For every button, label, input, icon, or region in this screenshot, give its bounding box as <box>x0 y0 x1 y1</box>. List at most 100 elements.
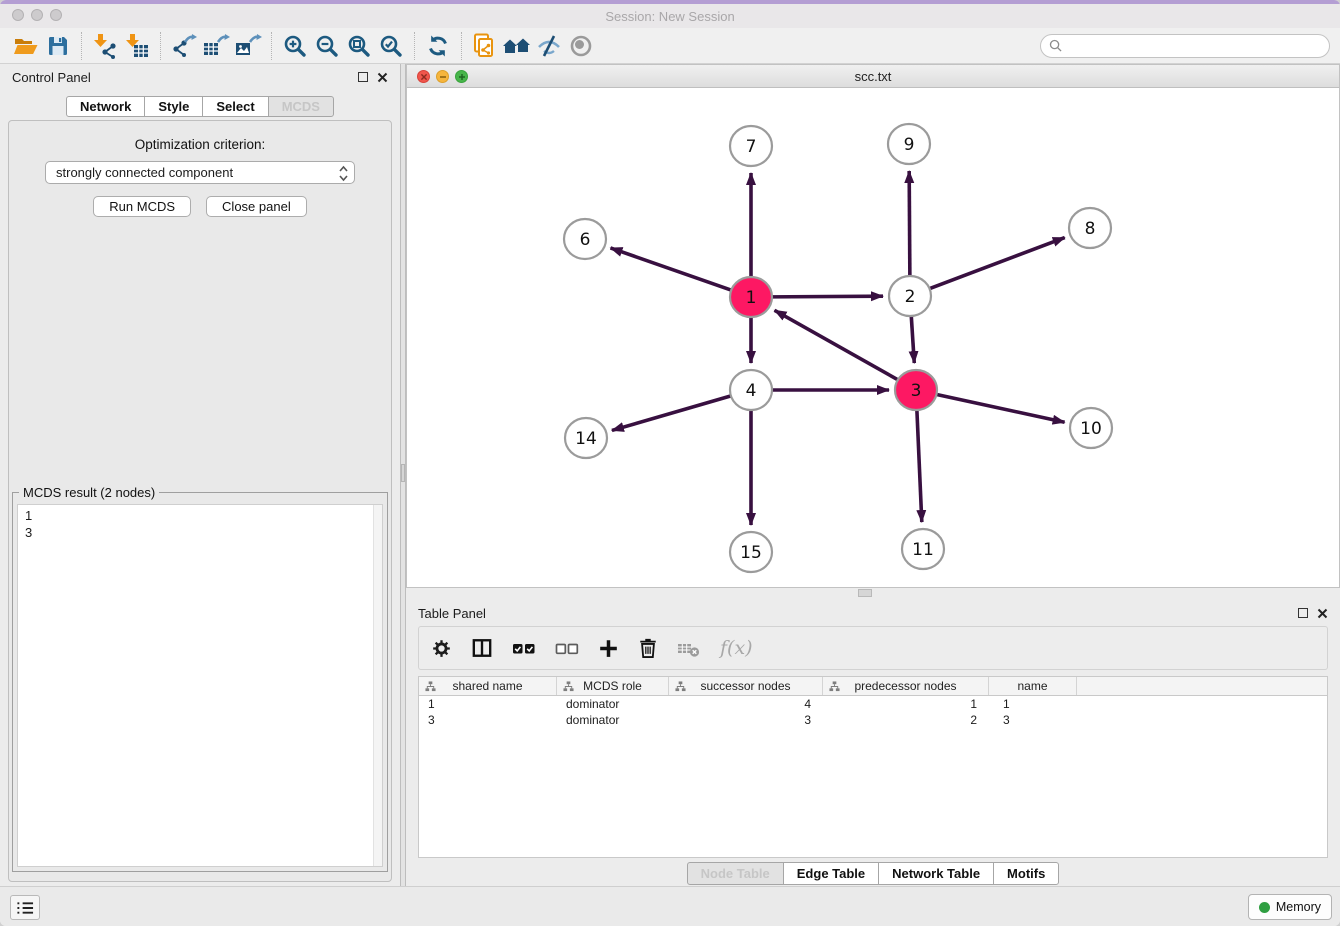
tab-select[interactable]: Select <box>202 96 268 117</box>
splitter-grip[interactable] <box>401 464 405 482</box>
search-icon <box>1049 39 1062 52</box>
table-toolbar: f(x) <box>418 626 1328 670</box>
column-header-predecessor-nodes[interactable]: predecessor nodes <box>823 677 989 695</box>
graph-edge-3-11[interactable] <box>917 410 922 522</box>
tab-style[interactable]: Style <box>144 96 203 117</box>
float-panel-icon[interactable] <box>1298 608 1308 618</box>
close-network-button[interactable] <box>417 70 430 83</box>
select-all-rows-button[interactable] <box>512 640 536 657</box>
graph-edge-1-6[interactable] <box>610 248 732 290</box>
import-table-button[interactable] <box>121 31 153 61</box>
zoom-network-button[interactable] <box>455 70 468 83</box>
clone-network-icon <box>472 33 498 59</box>
plus-icon <box>598 638 619 659</box>
home-view-button[interactable] <box>501 31 533 61</box>
minimize-window-button[interactable] <box>31 9 43 21</box>
toolbar-separator <box>81 32 82 60</box>
graph-node-label: 11 <box>912 540 934 560</box>
cell-mcds-role: dominator <box>557 712 669 728</box>
refresh-network-button[interactable] <box>422 31 454 61</box>
window-controls <box>12 9 62 21</box>
close-panel-icon[interactable] <box>1317 608 1328 619</box>
delete-table-button[interactable] <box>677 639 701 658</box>
tab-node-table[interactable]: Node Table <box>687 862 784 885</box>
graph-edge-2-3[interactable] <box>911 316 914 363</box>
show-column-panel-button[interactable] <box>471 638 493 658</box>
run-mcds-button[interactable]: Run MCDS <box>93 196 191 217</box>
export-image-icon <box>234 33 262 59</box>
tab-network[interactable]: Network <box>66 96 145 117</box>
cell-successor-nodes: 4 <box>669 696 823 712</box>
table-row[interactable]: 1 dominator 4 1 1 <box>419 696 1327 712</box>
export-table-button[interactable] <box>200 31 232 61</box>
export-image-button[interactable] <box>232 31 264 61</box>
save-session-button[interactable] <box>42 31 74 61</box>
network-graph: 1234678910111415 <box>407 88 1339 587</box>
hierarchy-icon <box>675 681 686 692</box>
column-header-name[interactable]: name <box>989 677 1077 695</box>
tab-motifs[interactable]: Motifs <box>993 862 1059 885</box>
close-window-button[interactable] <box>12 9 24 21</box>
network-canvas[interactable]: 1234678910111415 <box>407 88 1339 587</box>
table-panel-header: Table Panel <box>406 600 1340 626</box>
column-header-shared-name[interactable]: shared name <box>419 677 557 695</box>
open-file-button[interactable] <box>10 31 42 61</box>
tab-network-table[interactable]: Network Table <box>878 862 994 885</box>
hierarchy-icon <box>829 681 840 692</box>
graph-edge-3-1[interactable] <box>775 310 899 380</box>
window-title: Session: New Session <box>0 9 1340 24</box>
table-header-row: shared name MCDS role successor nodes pr… <box>419 677 1327 696</box>
zoom-out-button[interactable] <box>311 31 343 61</box>
close-panel-icon[interactable] <box>377 72 388 83</box>
zoom-out-icon <box>315 34 339 58</box>
graph-edge-2-8[interactable] <box>929 238 1065 289</box>
tab-edge-table[interactable]: Edge Table <box>783 862 879 885</box>
table-settings-button[interactable] <box>431 638 452 659</box>
table-row[interactable]: 3 dominator 3 2 3 <box>419 712 1327 728</box>
optimization-criterion-label: Optimization criterion: <box>9 137 391 152</box>
deselect-all-rows-button[interactable] <box>555 640 579 657</box>
node-table: shared name MCDS role successor nodes pr… <box>418 676 1328 858</box>
maximize-window-button[interactable] <box>50 9 62 21</box>
table-panel: Table Panel <box>406 600 1340 886</box>
tab-mcds[interactable]: MCDS <box>268 96 334 117</box>
result-scrollbar[interactable] <box>373 505 382 866</box>
save-floppy-icon <box>46 34 70 58</box>
function-builder-button[interactable]: f(x) <box>720 637 753 659</box>
zoom-selected-button[interactable] <box>375 31 407 61</box>
graph-edge-2-9[interactable] <box>909 171 910 276</box>
zoom-in-button[interactable] <box>279 31 311 61</box>
graph-edge-4-14[interactable] <box>612 396 732 431</box>
graph-node-label: 14 <box>575 429 597 449</box>
trash-icon <box>638 637 658 659</box>
close-panel-button[interactable]: Close panel <box>206 196 307 217</box>
zoom-fit-button[interactable] <box>343 31 375 61</box>
add-column-button[interactable] <box>598 638 619 659</box>
toolbar-separator <box>160 32 161 60</box>
search-input[interactable] <box>1067 39 1321 53</box>
task-history-button[interactable] <box>10 895 40 920</box>
show-panels-button[interactable] <box>565 31 597 61</box>
horizontal-splitter[interactable] <box>406 588 1340 600</box>
memory-status-icon <box>1259 902 1270 913</box>
delete-columns-button[interactable] <box>638 637 658 659</box>
memory-button[interactable]: Memory <box>1248 894 1332 920</box>
import-network-button[interactable] <box>89 31 121 61</box>
minimize-network-button[interactable] <box>436 70 449 83</box>
optimization-criterion-select[interactable]: strongly connected component <box>45 161 355 184</box>
import-table-icon <box>124 33 150 59</box>
export-network-button[interactable] <box>168 31 200 61</box>
clone-network-button[interactable] <box>469 31 501 61</box>
toolbar-separator <box>271 32 272 60</box>
splitter-grip[interactable] <box>858 589 872 597</box>
toolbar-separator <box>414 32 415 60</box>
float-panel-icon[interactable] <box>358 72 368 82</box>
graph-edge-1-2[interactable] <box>771 296 883 297</box>
hide-panels-button[interactable] <box>533 31 565 61</box>
mcds-result-textarea[interactable]: 1 3 <box>17 504 383 867</box>
control-panel: Control Panel Network Style Select MCDS … <box>0 64 400 886</box>
column-header-successor-nodes[interactable]: successor nodes <box>669 677 823 695</box>
column-header-mcds-role[interactable]: MCDS role <box>557 677 669 695</box>
cell-mcds-role: dominator <box>557 696 669 712</box>
graph-edge-3-10[interactable] <box>936 394 1065 422</box>
